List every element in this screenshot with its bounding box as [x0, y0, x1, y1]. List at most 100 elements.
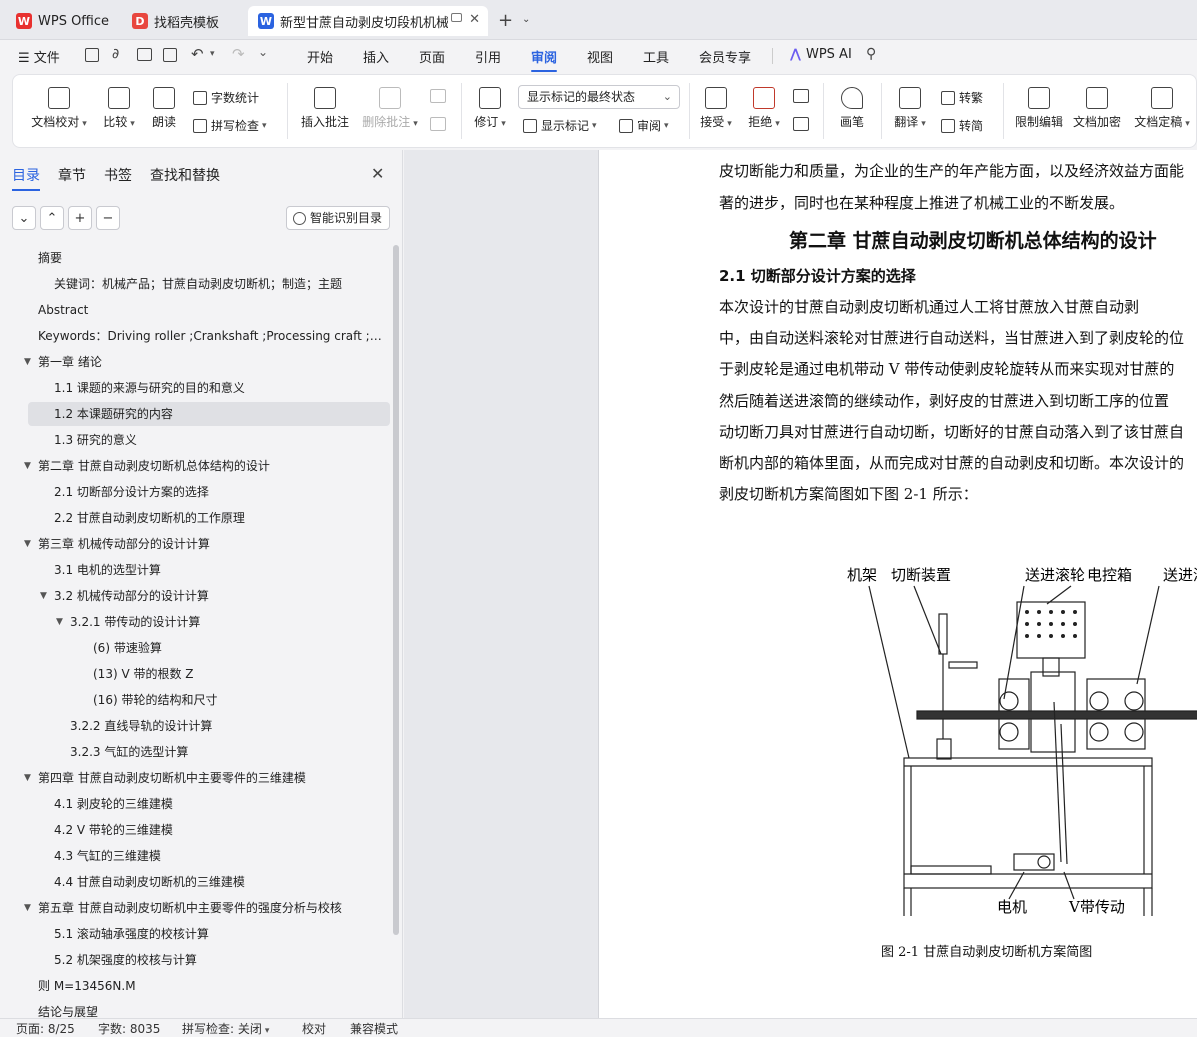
revise-button[interactable]: 修订 ▾ [471, 87, 509, 130]
close-pane-icon[interactable]: ✕ [371, 164, 384, 183]
finalize-button[interactable]: 文档定稿 ▾ [1131, 87, 1193, 130]
toc-expand-caret-icon[interactable]: ▼ [24, 357, 31, 367]
toc-item[interactable]: 3.2.1 带传动的设计计算 [70, 610, 382, 634]
tab-docer[interactable]: D 找稻壳模板 [122, 6, 244, 36]
undo-dropdown-icon[interactable]: ▾ [210, 49, 215, 59]
link-icon[interactable]: ∂ [112, 46, 119, 62]
toc-item[interactable]: 则 M=13456N.M [38, 974, 382, 998]
menu-start[interactable]: 开始 [307, 47, 333, 66]
show-markup-button[interactable]: 显示标记 ▾ [523, 117, 597, 134]
toc-item[interactable]: 5.1 滚动轴承强度的校核计算 [54, 922, 382, 946]
menu-view[interactable]: 视图 [587, 47, 613, 66]
toc-item[interactable]: 4.3 气缸的三维建模 [54, 844, 382, 868]
compare-button[interactable]: 比较 ▾ [97, 87, 141, 130]
add-heading-button[interactable]: + [68, 206, 92, 230]
tab-list-chevron-icon[interactable]: ⌄ [522, 14, 530, 25]
tab-active-document[interactable]: W 新型甘蔗自动剥皮切段机机械 ✕ [248, 6, 488, 36]
toc-expand-caret-icon[interactable]: ▼ [24, 539, 31, 549]
menu-member[interactable]: 会员专享 [699, 47, 751, 66]
toc-item[interactable]: (6) 带速验算 [93, 636, 382, 660]
next-revision-icon[interactable] [793, 117, 809, 131]
tab-chapters[interactable]: 章节 [58, 165, 86, 185]
toc-item[interactable]: 摘要 [38, 246, 382, 270]
toc-item[interactable]: 3.2.2 直线导轨的设计计算 [70, 714, 382, 738]
collapse-all-button[interactable]: ⌄ [12, 206, 36, 230]
save-icon[interactable] [85, 48, 99, 62]
toc-item[interactable]: (16) 带轮的结构和尺寸 [93, 688, 382, 712]
toc-item[interactable]: (13) V 带的根数 Z [93, 662, 382, 686]
encrypt-button[interactable]: 文档加密 [1071, 87, 1123, 130]
next-comment-icon[interactable] [430, 117, 446, 131]
word-count-button[interactable]: 字数统计 [193, 89, 259, 106]
doc-check-button[interactable]: 文档校对 ▾ [29, 87, 89, 130]
toc-item[interactable]: 5.2 机架强度的校核与计算 [54, 948, 382, 972]
toc-expand-caret-icon[interactable]: ▼ [56, 617, 63, 627]
search-icon[interactable]: ⚲ [866, 46, 876, 62]
menu-page[interactable]: 页面 [419, 47, 445, 66]
toc-item[interactable]: 2.2 甘蔗自动剥皮切断机的工作原理 [54, 506, 382, 530]
to-traditional-button[interactable]: 转繁 [941, 89, 983, 106]
prev-revision-icon[interactable] [793, 89, 809, 103]
read-aloud-button[interactable]: 朗读 [149, 87, 179, 130]
toc-item[interactable]: 4.4 甘蔗自动剥皮切断机的三维建模 [54, 870, 382, 894]
toc-item[interactable]: 2.1 切断部分设计方案的选择 [54, 480, 382, 504]
menu-review[interactable]: 审阅 [531, 47, 558, 72]
toc-item[interactable]: 3.2.3 气缸的选型计算 [70, 740, 382, 764]
toc-item[interactable]: 第二章 甘蔗自动剥皮切断机总体结构的设计 [38, 454, 382, 478]
spell-check-button[interactable]: 拼写检查 ▾ [193, 117, 267, 134]
toc-item[interactable]: 1.3 研究的意义 [54, 428, 382, 452]
prev-comment-icon[interactable] [430, 89, 446, 103]
file-menu[interactable]: ☰ 文件 [18, 47, 60, 66]
delete-comment-button[interactable]: 删除批注 ▾ [359, 87, 421, 130]
toc-item[interactable]: 第三章 机械传动部分的设计计算 [38, 532, 382, 556]
tab-bookmarks[interactable]: 书签 [104, 165, 132, 185]
toc-item[interactable]: Abstract [38, 298, 382, 322]
word-count-indicator[interactable]: 字数: 8035 [98, 1020, 160, 1037]
toc-scrollbar[interactable] [393, 245, 399, 935]
redo-icon[interactable]: ↷ [232, 45, 245, 63]
reject-button[interactable]: 拒绝 ▾ [747, 87, 781, 130]
tab-find-replace[interactable]: 查找和替换 [150, 165, 220, 185]
insert-comment-button[interactable]: 插入批注 [299, 87, 351, 130]
toc-item[interactable]: 第四章 甘蔗自动剥皮切断机中主要零件的三维建模 [38, 766, 382, 790]
toc-expand-caret-icon[interactable]: ▼ [24, 903, 31, 913]
toc-item[interactable]: Keywords：Driving roller ;Crankshaft ;Pro… [38, 324, 382, 348]
spell-check-indicator[interactable]: 拼写检查: 关闭 ▾ [182, 1020, 269, 1037]
toc-item[interactable]: 1.1 课题的来源与研究的目的和意义 [54, 376, 382, 400]
restrict-edit-button[interactable]: 限制编辑 [1013, 87, 1065, 130]
toc-item[interactable]: 3.2 机械传动部分的设计计算 [54, 584, 382, 608]
markup-state-select[interactable]: 显示标记的最终状态 ⌄ [518, 85, 680, 109]
toc-item[interactable]: 第一章 绪论 [38, 350, 382, 374]
toc-expand-caret-icon[interactable]: ▼ [24, 773, 31, 783]
print-preview-icon[interactable] [163, 48, 177, 62]
toc-expand-caret-icon[interactable]: ▼ [40, 591, 47, 601]
menu-insert[interactable]: 插入 [363, 47, 389, 66]
toc-item[interactable]: 关键词：机械产品；甘蔗自动剥皮切断机；制造；主题 [54, 272, 382, 296]
print-icon[interactable] [137, 48, 152, 61]
smart-toc-button[interactable]: 智能识别目录 [286, 206, 390, 230]
to-simplified-button[interactable]: 转简 [941, 117, 983, 134]
new-tab-icon[interactable]: + [498, 10, 513, 31]
toc-expand-caret-icon[interactable]: ▼ [24, 461, 31, 471]
review-pane-button[interactable]: 审阅 ▾ [619, 117, 669, 134]
pen-button[interactable]: 画笔 [835, 87, 869, 130]
page-indicator[interactable]: 页面: 8/25 [16, 1020, 75, 1037]
undo-icon[interactable]: ↶ [191, 45, 204, 63]
accept-button[interactable]: 接受 ▾ [699, 87, 733, 130]
toc-item[interactable]: 3.1 电机的选型计算 [54, 558, 382, 582]
toc-item[interactable]: 4.2 V 带轮的三维建模 [54, 818, 382, 842]
toc-item[interactable]: 第五章 甘蔗自动剥皮切断机中主要零件的强度分析与校核 [38, 896, 382, 920]
proof-indicator[interactable]: 校对 [302, 1020, 326, 1037]
tab-toc[interactable]: 目录 [12, 165, 40, 191]
translate-button[interactable]: 翻译 ▾ [891, 87, 929, 130]
remove-heading-button[interactable]: − [96, 206, 120, 230]
toc-item[interactable]: 4.1 剥皮轮的三维建模 [54, 792, 382, 816]
more-chevron-icon[interactable]: ⌄ [258, 45, 268, 59]
toc-item[interactable]: 1.2 本课题研究的内容 [54, 402, 382, 426]
menu-tools[interactable]: 工具 [643, 47, 669, 66]
close-tab-icon[interactable]: ✕ [469, 12, 480, 27]
expand-up-button[interactable]: ⌃ [40, 206, 64, 230]
wps-ai-button[interactable]: ⋀ WPS AI [790, 47, 852, 62]
tab-wps-office[interactable]: W WPS Office [6, 6, 118, 36]
screen-icon[interactable] [451, 13, 462, 22]
